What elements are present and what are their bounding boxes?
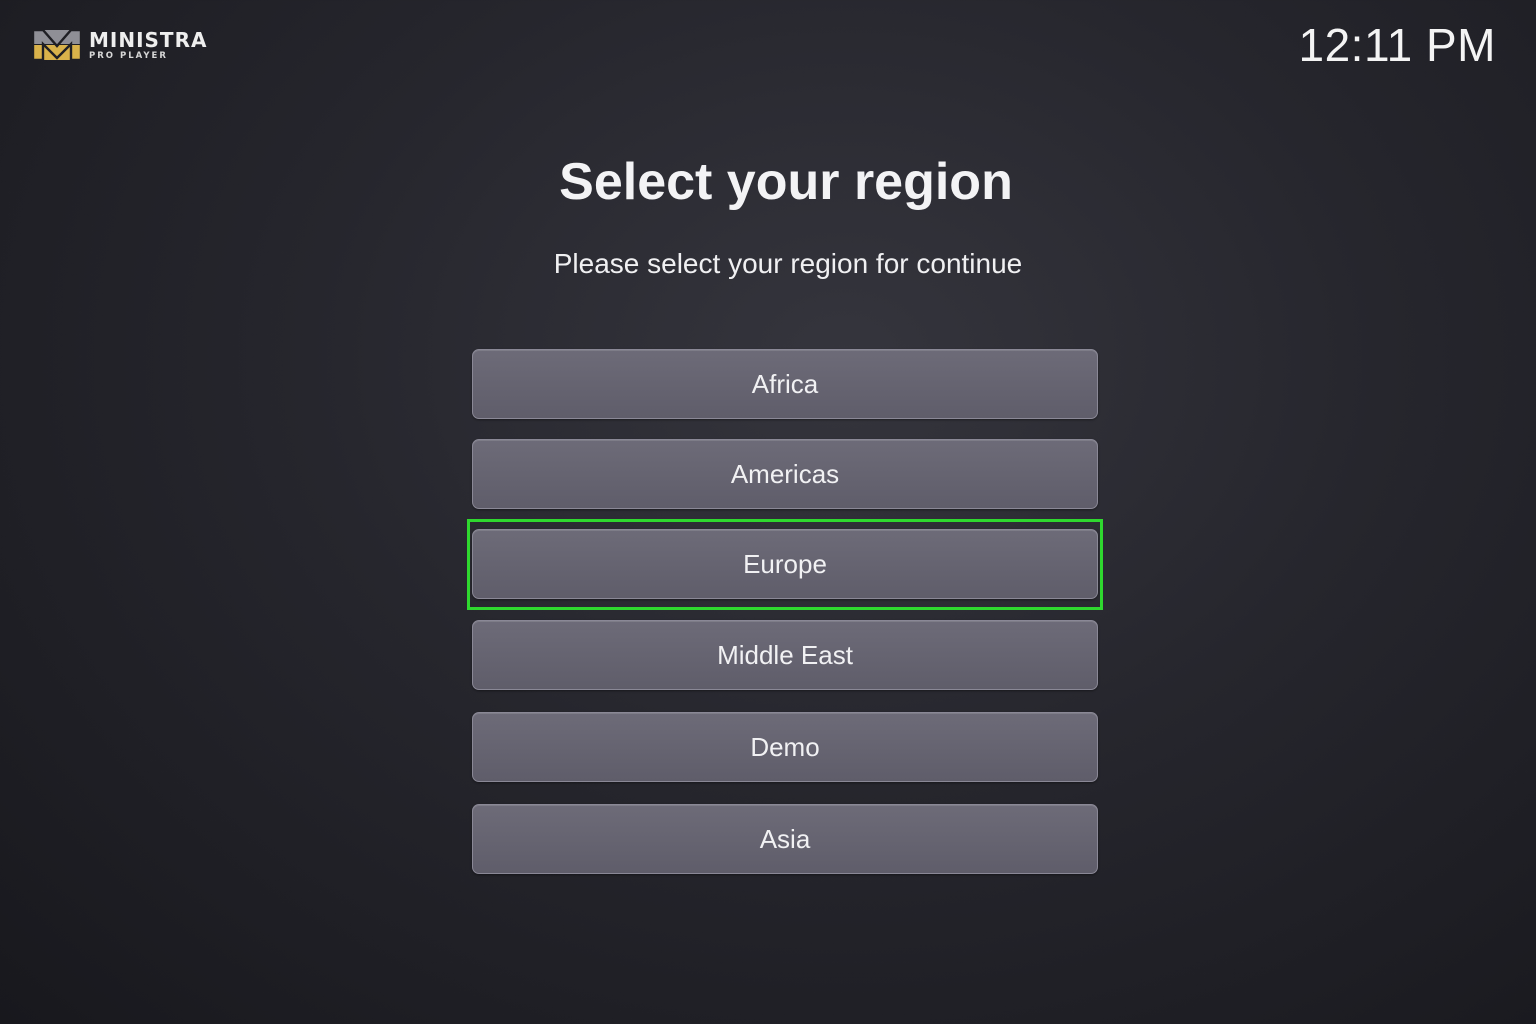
- logo-subtitle: PRO PLAYER: [89, 50, 168, 61]
- region-button-africa[interactable]: Africa: [472, 349, 1098, 419]
- clock: 12:11 PM: [1298, 19, 1496, 71]
- region-button-asia[interactable]: Asia: [472, 804, 1098, 874]
- page-title: Select your region: [559, 153, 1013, 211]
- region-button-demo[interactable]: Demo: [472, 712, 1098, 782]
- app-logo: MINISTRA PRO PLAYER: [33, 30, 207, 60]
- region-button-americas[interactable]: Americas: [472, 439, 1098, 509]
- ministra-logo-icon: [33, 30, 81, 60]
- region-button-europe[interactable]: Europe: [472, 529, 1098, 599]
- page-subtitle: Please select your region for continue: [553, 248, 1023, 279]
- logo-name: MINISTRA: [89, 27, 208, 52]
- region-button-middle-east[interactable]: Middle East: [472, 620, 1098, 690]
